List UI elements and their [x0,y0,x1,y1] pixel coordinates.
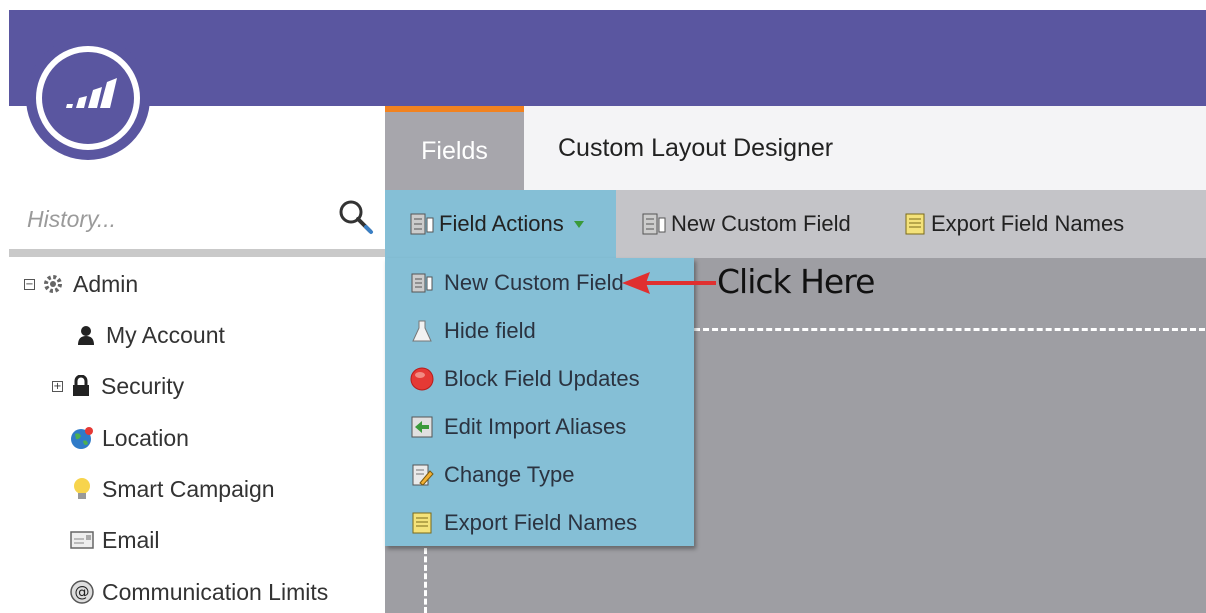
tree-item-label: Security [101,372,185,399]
header-left-strip [0,0,9,106]
at-sign-icon: @ [70,580,94,604]
tab-fields[interactable]: Fields [385,106,524,190]
top-header-bar [0,0,1206,106]
menu-item-label: New Custom Field [444,270,624,295]
export-field-names-label: Export Field Names [931,211,1125,236]
menu-item-label: Edit Import Aliases [444,414,627,439]
menu-item-label: Block Field Updates [444,366,640,391]
tree-item-email[interactable]: Email [70,520,160,560]
new-custom-field-button[interactable]: New Custom Field [633,190,863,258]
new-custom-field-label: New Custom Field [671,211,851,236]
field-actions-label: Field Actions [439,211,564,236]
history-search [9,188,385,248]
database-icon [641,212,667,236]
tab-label: Fields [421,136,488,165]
tree-item-location[interactable]: Location [70,418,189,458]
tree-item-my-account[interactable]: My Account [74,315,225,355]
tree-item-label: Communication Limits [102,578,329,605]
logo-ring [36,46,140,150]
svg-text:@: @ [75,583,90,601]
sidebar [9,106,385,613]
dashed-guide-horizontal [685,328,1205,331]
menu-item-hide-field[interactable]: Hide field [385,309,694,353]
dropdown-arrow-icon [573,220,584,228]
annotation-text: Click Here [717,262,875,301]
tab-custom-layout-designer[interactable]: Custom Layout Designer [524,106,1206,190]
collapse-icon[interactable]: − [24,278,35,290]
menu-item-label: Hide field [444,318,536,343]
search-divider [9,249,385,257]
gear-icon [41,272,65,296]
logo-bars-icon [66,78,117,108]
tab-label: Custom Layout Designer [558,133,834,162]
database-icon [409,212,435,236]
spreadsheet-icon [410,511,434,535]
search-icon[interactable] [337,198,375,236]
lock-icon [69,374,93,398]
lightbulb-icon [70,477,94,501]
field-actions-menu: New Custom Field Hide field Block Field … [385,258,694,546]
menu-item-label: Export Field Names [444,510,638,535]
tree-item-label: Location [102,424,189,451]
menu-item-change-type[interactable]: Change Type [385,453,694,497]
tree-item-label: Smart Campaign [102,475,275,502]
tree-item-label: My Account [106,321,225,348]
tree-item-admin[interactable]: − Admin [24,264,138,304]
email-icon [70,528,94,552]
marketo-logo[interactable] [26,36,150,160]
toolbar: Field Actions New Custom Field Export Fi… [385,190,1206,258]
tree-item-communication-limits[interactable]: @ Communication Limits [70,572,328,612]
tree-item-smart-campaign[interactable]: Smart Campaign [70,469,275,509]
tree-item-label: Admin [73,270,139,297]
red-dot-icon [410,367,434,391]
tree-item-label: Email [102,526,160,553]
export-field-names-button[interactable]: Export Field Names [895,190,1155,258]
flask-icon [410,319,434,343]
tree-item-security[interactable]: + Security [52,366,184,406]
menu-item-edit-import-aliases[interactable]: Edit Import Aliases [385,405,694,449]
tab-bar: Fields Custom Layout Designer [385,106,1206,190]
spreadsheet-icon [903,212,927,236]
menu-item-label: Change Type [444,462,575,487]
edit-doc-icon [410,463,434,487]
annotation-arrow-icon [622,272,716,294]
menu-item-block-field-updates[interactable]: Block Field Updates [385,357,694,401]
field-actions-button[interactable]: Field Actions [385,190,616,258]
history-search-input[interactable] [25,200,329,238]
expand-icon[interactable]: + [52,380,63,392]
database-icon [410,271,434,295]
dashed-guide-vertical [424,548,427,613]
import-icon [410,415,434,439]
user-icon [74,323,98,347]
menu-item-export-field-names[interactable]: Export Field Names [385,501,694,545]
globe-icon [70,426,94,450]
